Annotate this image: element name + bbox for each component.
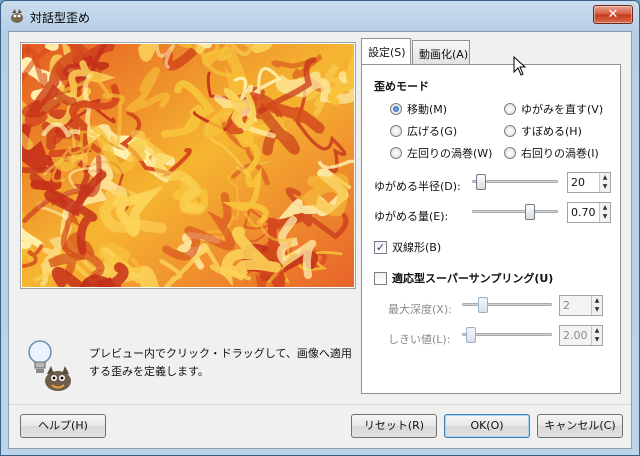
radio-swirl-cw[interactable]: 右回りの渦巻(I)	[504, 145, 599, 161]
max-depth-slider[interactable]	[462, 295, 552, 315]
deform-amount-value[interactable]: 0.70	[571, 206, 596, 219]
spin-up-icon[interactable]: ▲	[600, 203, 610, 212]
max-depth-spinbox[interactable]: 2 ▲ ▼	[559, 295, 603, 316]
title-bar[interactable]: 対話型歪め ✕	[1, 1, 639, 31]
dialog-window: 対話型歪め ✕ プレビュー内でクリック・ドラッグして、画像へ適用する歪みを定義し…	[0, 0, 640, 456]
radio-move-label: 移動(M)	[407, 103, 448, 116]
spin-up-icon[interactable]: ▲	[592, 326, 602, 335]
deform-radius-label: ゆがめる半径(D):	[374, 180, 461, 193]
deform-amount-slider[interactable]	[472, 202, 558, 222]
radio-move-indicator[interactable]	[390, 103, 402, 115]
reset-button[interactable]: リセット(R)	[351, 414, 437, 438]
spin-down-icon[interactable]: ▼	[592, 305, 602, 314]
radio-grow[interactable]: 広げる(G)	[390, 123, 457, 139]
radio-shrink-label: すぼめる(H)	[521, 125, 582, 138]
mouse-pointer-icon	[513, 56, 527, 76]
supersampling-label: 適応型スーパーサンプリング(U)	[392, 272, 554, 285]
radio-grow-indicator[interactable]	[390, 125, 402, 137]
deform-radius-value[interactable]: 20	[571, 176, 585, 189]
threshold-value[interactable]: 2.00	[563, 329, 588, 342]
radio-swirl-ccw[interactable]: 左回りの渦巻(W)	[390, 145, 492, 161]
deform-radius-thumb[interactable]	[476, 174, 486, 190]
deform-amount-spinbox[interactable]: 0.70 ▲ ▼	[567, 202, 611, 223]
spin-up-icon[interactable]: ▲	[592, 296, 602, 305]
deform-mode-title: 歪めモード	[374, 80, 429, 93]
dialog-body: プレビュー内でクリック・ドラッグして、画像へ適用する歪みを定義します。 設定(S…	[8, 31, 632, 449]
deform-amount-label: ゆがめる量(E):	[374, 210, 449, 223]
gimp-app-icon	[11, 9, 23, 23]
spin-up-icon[interactable]: ▲	[600, 173, 610, 182]
bilinear-checkbox-row[interactable]: ✓ 双線形(B)	[374, 239, 441, 255]
cancel-button[interactable]: キャンセル(C)	[537, 414, 623, 438]
bilinear-checkbox[interactable]: ✓	[374, 240, 387, 254]
max-depth-label: 最大深度(X):	[388, 303, 452, 316]
spin-down-icon[interactable]: ▼	[600, 212, 610, 221]
ok-button[interactable]: OK(O)	[444, 414, 530, 438]
radio-swirl-ccw-indicator[interactable]	[390, 147, 402, 159]
spin-down-icon[interactable]: ▼	[592, 335, 602, 344]
radio-swirl-ccw-label: 左回りの渦巻(W)	[407, 147, 493, 160]
tip-lightbulb-wilber-icon	[28, 340, 71, 391]
preview-frame	[20, 42, 356, 289]
radio-grow-label: 広げる(G)	[407, 125, 458, 138]
settings-panel: 歪めモード 移動(M) ゆがみを直す(V) 広げる(G) すぼめる(H) 左回り…	[361, 64, 621, 394]
radio-swirl-cw-label: 右回りの渦巻(I)	[521, 147, 599, 160]
help-button[interactable]: ヘルプ(H)	[20, 414, 106, 438]
threshold-slider[interactable]	[462, 325, 552, 345]
deform-amount-track[interactable]	[472, 210, 558, 213]
preview-canvas[interactable]	[22, 44, 354, 287]
deform-radius-spinbox[interactable]: 20 ▲ ▼	[567, 172, 611, 193]
deform-amount-thumb[interactable]	[525, 204, 535, 220]
tab-animate[interactable]: 動画化(A)	[412, 40, 470, 64]
tab-settings[interactable]: 設定(S)	[361, 38, 411, 64]
radio-remove-indicator[interactable]	[504, 103, 516, 115]
button-bar-divider	[9, 404, 631, 405]
radio-shrink-indicator[interactable]	[504, 125, 516, 137]
radio-remove-label: ゆがみを直す(V)	[521, 103, 604, 116]
close-button[interactable]: ✕	[593, 5, 633, 24]
threshold-label: しきい値(L):	[388, 333, 451, 346]
radio-remove[interactable]: ゆがみを直す(V)	[504, 101, 603, 117]
max-depth-track[interactable]	[462, 303, 552, 306]
radio-shrink[interactable]: すぼめる(H)	[504, 123, 582, 139]
threshold-spinbox[interactable]: 2.00 ▲ ▼	[559, 325, 603, 346]
radio-move[interactable]: 移動(M)	[390, 101, 447, 117]
window-title: 対話型歪め	[30, 11, 91, 25]
bilinear-label: 双線形(B)	[392, 241, 442, 254]
spin-down-icon[interactable]: ▼	[600, 182, 610, 191]
threshold-thumb[interactable]	[466, 327, 476, 343]
radio-swirl-cw-indicator[interactable]	[504, 147, 516, 159]
max-depth-thumb[interactable]	[478, 297, 488, 313]
deform-radius-slider[interactable]	[472, 172, 558, 192]
supersampling-checkbox-row[interactable]: 適応型スーパーサンプリング(U)	[374, 270, 553, 286]
supersampling-checkbox[interactable]	[374, 271, 387, 285]
max-depth-value[interactable]: 2	[563, 299, 570, 312]
hint-text: プレビュー内でクリック・ドラッグして、画像へ適用する歪みを定義します。	[89, 347, 352, 378]
